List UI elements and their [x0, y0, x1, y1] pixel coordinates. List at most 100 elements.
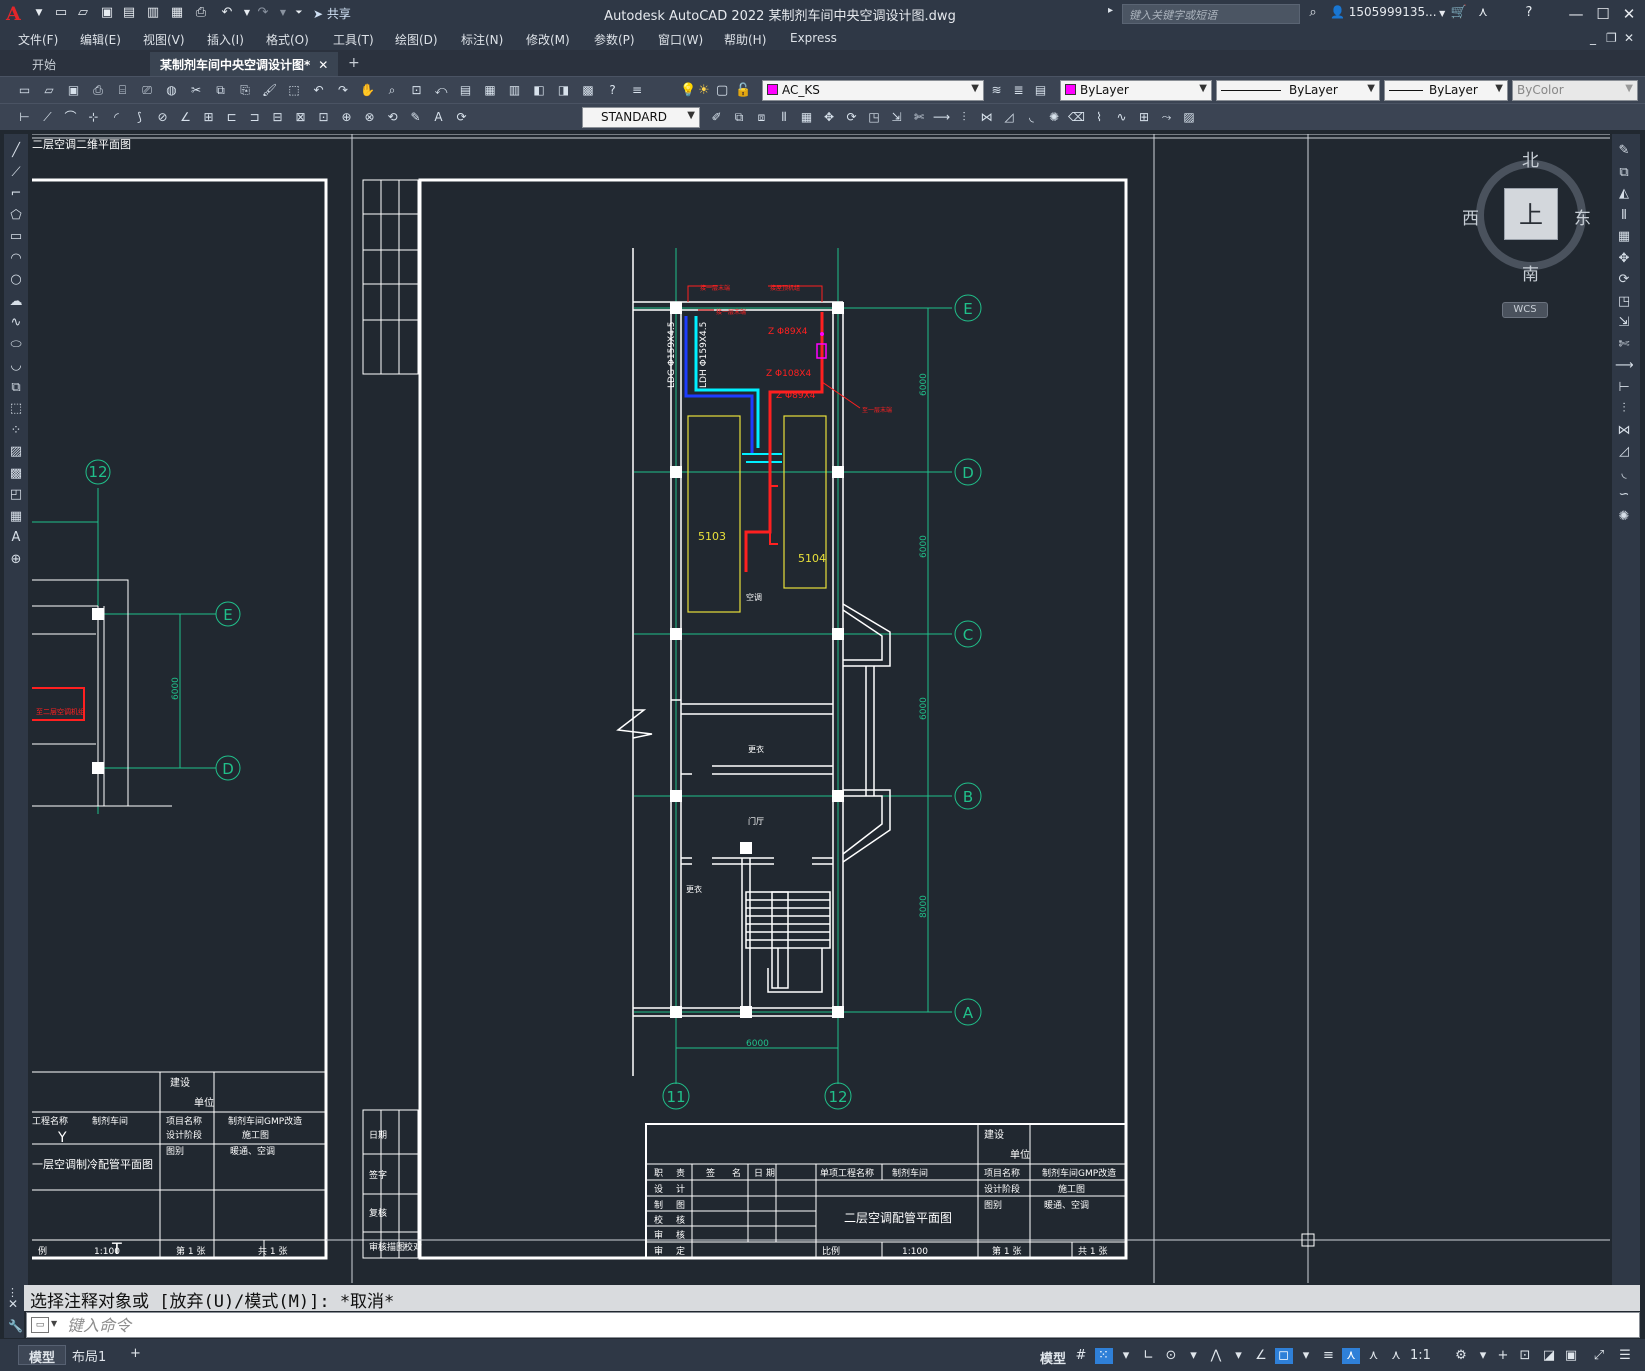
polar-icon[interactable]: ⊙	[1162, 1348, 1180, 1364]
chamfer-side-icon[interactable]: ◿	[1615, 443, 1633, 461]
search-expand-icon[interactable]: ▸	[1108, 5, 1113, 16]
insert-block-icon[interactable]: ⧉	[7, 379, 25, 397]
dim-textedit-icon[interactable]: A	[430, 109, 447, 126]
viewcube[interactable]: 北 南 东 西 上 WCS	[1462, 148, 1592, 318]
layout-tab-model[interactable]: 模型	[18, 1345, 67, 1366]
osnap-dropdown-icon[interactable]: ▾	[1297, 1348, 1315, 1364]
properties-icon[interactable]: ▤	[457, 82, 474, 99]
annotation-scale[interactable]: 1:1	[1410, 1348, 1431, 1363]
erase-icon[interactable]: ⌫	[1068, 109, 1085, 126]
make-current-layer-icon[interactable]: ≋	[988, 82, 1005, 99]
isodraft-icon[interactable]: ⋀	[1207, 1348, 1225, 1364]
dim-aligned-icon[interactable]: ⟋	[39, 109, 56, 126]
mtext-icon[interactable]: A	[7, 529, 25, 547]
app-menu-chevron-icon[interactable]: ▼	[30, 4, 48, 22]
construction-line-icon[interactable]: ⟋	[7, 164, 25, 182]
tolerance-icon[interactable]: ⊡	[315, 109, 332, 126]
join-icon[interactable]: ⋈	[978, 109, 995, 126]
extend-side-icon[interactable]: ⟶	[1615, 357, 1634, 375]
osnap-tracking-icon[interactable]: ∠	[1252, 1348, 1270, 1364]
save-as-icon[interactable]: ▤	[120, 4, 138, 22]
lineweight-combo[interactable]: ByLayer ▼	[1384, 80, 1508, 101]
dim-edit-icon[interactable]: ✎	[407, 109, 424, 126]
help-icon[interactable]: ?	[1520, 4, 1538, 22]
sheetset-icon[interactable]: ◧	[531, 82, 548, 99]
dim-space-icon[interactable]: ⊟	[269, 109, 286, 126]
fillet-side-icon[interactable]: ◟	[1615, 465, 1633, 483]
doc-restore-icon[interactable]: ❐	[1606, 31, 1617, 45]
toolpalette-icon[interactable]: ▥	[506, 82, 523, 99]
settings-dropdown-icon[interactable]: ▾	[1474, 1348, 1492, 1364]
table-icon[interactable]: ▦	[7, 508, 25, 526]
copy-mod-icon[interactable]: ⧉	[731, 109, 748, 126]
command-input-box[interactable]: ▭ ▼	[26, 1312, 1640, 1338]
stretch-side-icon[interactable]: ⇲	[1615, 314, 1633, 332]
menu-draw[interactable]: 绘图(D)	[395, 31, 438, 48]
command-close-icon[interactable]: ✕	[8, 1297, 18, 1311]
clean-screen-icon[interactable]: ▣	[1562, 1348, 1580, 1364]
layer-combo[interactable]: AC_KS ▼	[762, 80, 984, 101]
polyline-icon[interactable]: ⌐	[7, 185, 25, 203]
tab-drawing[interactable]: 某制剂车间中央空调设计图* ✕	[150, 52, 339, 76]
polygon-icon[interactable]: ⬠	[7, 207, 25, 225]
menu-tools[interactable]: 工具(T)	[333, 31, 374, 48]
viewcube-top-face[interactable]: 上	[1504, 188, 1558, 240]
cut-icon[interactable]: ✂	[188, 82, 205, 99]
publish-icon[interactable]: ▥	[144, 4, 162, 22]
scale-icon[interactable]: ◳	[866, 109, 883, 126]
autocad-logo-icon[interactable]: A	[6, 3, 26, 25]
zoom-window-icon[interactable]: ⊡	[408, 82, 425, 99]
menu-modify[interactable]: 修改(M)	[526, 31, 570, 48]
command-line-handle[interactable]: ⋮ ✕ 🔧	[4, 1285, 24, 1338]
array-side-icon[interactable]: ▦	[1615, 228, 1633, 246]
dim-break-icon[interactable]: ⊠	[292, 109, 309, 126]
dim-jogged-icon[interactable]: ⟆	[131, 109, 148, 126]
trim-icon[interactable]: ✄	[911, 109, 928, 126]
qsave-icon[interactable]: ▣	[65, 82, 82, 99]
make-block-icon[interactable]: ⬚	[7, 400, 25, 418]
undo-icon[interactable]: ↶	[218, 4, 236, 22]
qnew-icon[interactable]: ▭	[16, 82, 33, 99]
command-input[interactable]	[67, 1315, 1567, 1335]
ortho-icon[interactable]: ∟	[1140, 1348, 1158, 1364]
layer-on-icon[interactable]: 💡	[680, 83, 696, 98]
zoom-prev-icon[interactable]: ⤺	[433, 82, 450, 99]
command-dropdown-icon[interactable]: ▼	[51, 1319, 57, 1328]
model-space-toggle[interactable]: 模型	[1040, 1348, 1066, 1367]
3dprint-icon[interactable]: ◍	[163, 82, 180, 99]
viewcube-west[interactable]: 西	[1462, 204, 1479, 229]
redo-icon[interactable]: ↷	[254, 4, 272, 22]
share-button[interactable]: ➤ 共享	[313, 5, 351, 22]
hatch-edit-icon[interactable]: ▨	[1181, 109, 1198, 126]
search-input[interactable]: 键入关键字或短语	[1122, 4, 1300, 24]
center-mark-icon[interactable]: ⊕	[338, 109, 355, 126]
qopen-icon[interactable]: ▱	[41, 82, 58, 99]
layer-freeze-icon[interactable]: ☀	[698, 83, 710, 98]
cart-icon[interactable]: 🛒	[1450, 4, 1468, 22]
dim-radius-icon[interactable]: ◜	[108, 109, 125, 126]
export-icon[interactable]: ▦	[168, 4, 186, 22]
command-prompt-icon[interactable]: ▭	[31, 1317, 49, 1333]
layer-lock-icon[interactable]: 🔓	[735, 83, 751, 98]
rotate-side-icon[interactable]: ⟳	[1615, 271, 1633, 289]
user-account[interactable]: 👤 1505999135... ▼	[1330, 5, 1445, 19]
snap-icon[interactable]: ⁙	[1094, 1348, 1113, 1364]
offset-icon[interactable]: ⫴	[776, 109, 793, 126]
qplot-icon[interactable]: ⎙	[90, 82, 107, 99]
menu-express[interactable]: Express	[790, 31, 837, 45]
rectangle-icon[interactable]: ▭	[7, 228, 25, 246]
fillet-icon[interactable]: ◟	[1023, 109, 1040, 126]
drawing-canvas[interactable]: 日期 签字 复核 审核 描图 校对 12 E D 6000 至二层空调机组 Y …	[32, 134, 1610, 1283]
chamfer-icon[interactable]: ◿	[1001, 109, 1018, 126]
array-icon[interactable]: ▦	[798, 109, 815, 126]
redo2-icon[interactable]: ↷	[335, 82, 352, 99]
copy-side-icon[interactable]: ⧉	[1615, 164, 1633, 182]
menu-view[interactable]: 视图(V)	[143, 31, 185, 48]
isolate-icon[interactable]: ⊡	[1516, 1348, 1534, 1364]
break-side-icon[interactable]: ⫶	[1615, 400, 1633, 418]
autodesk-a360-icon[interactable]: ⋏	[1474, 4, 1492, 22]
doc-close-icon[interactable]: ✕	[1624, 31, 1634, 45]
color-combo[interactable]: ByLayer ▼	[1060, 80, 1212, 101]
explode-side-icon[interactable]: ✺	[1615, 508, 1633, 526]
hatch-icon[interactable]: ▨	[7, 443, 25, 461]
